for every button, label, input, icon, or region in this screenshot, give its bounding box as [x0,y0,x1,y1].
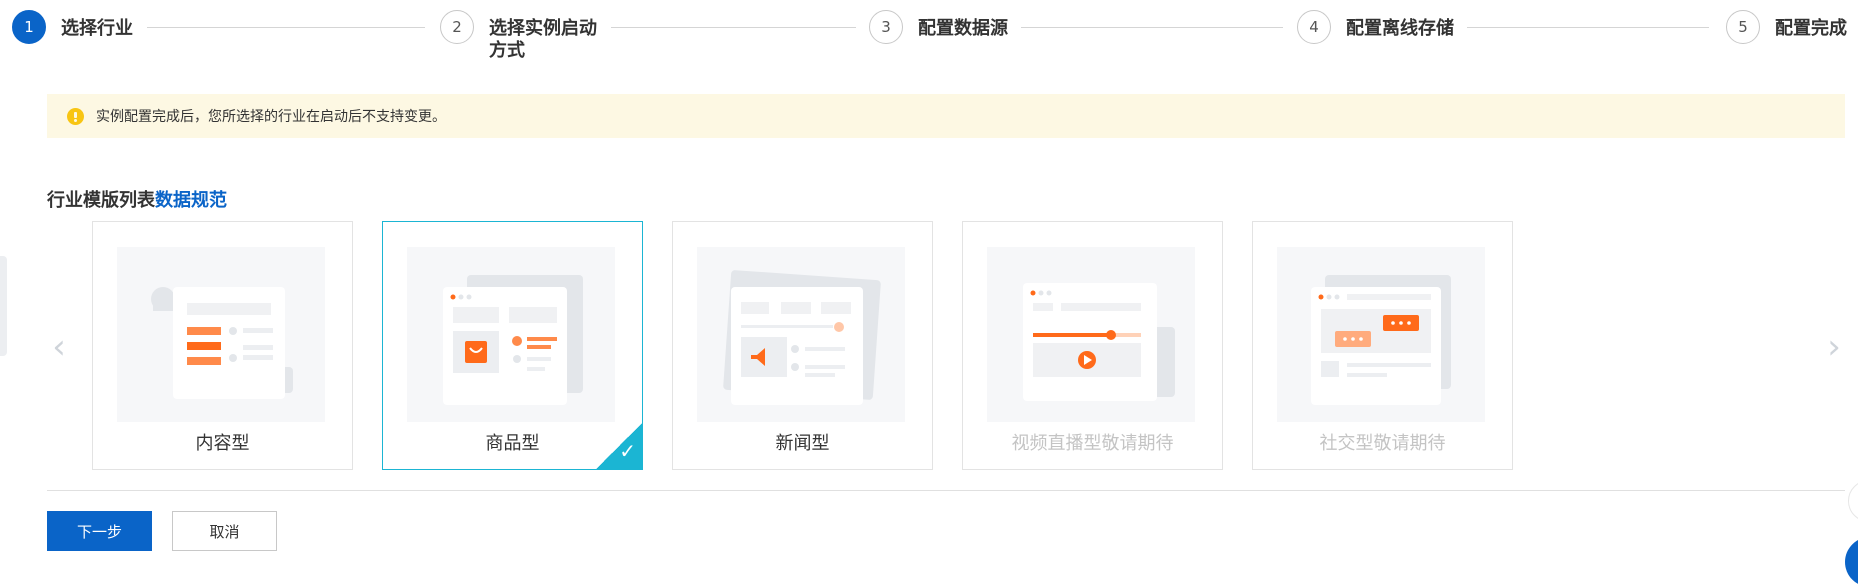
stepper: 1 选择行业 2 选择实例启动方式 3 配置数据源 4 配置离线存储 5 配置完… [0,0,1858,70]
industry-card-social: 社交型敬请期待 [1252,221,1513,470]
check-icon: ✓ [596,423,642,469]
step-label: 选择实例启动方式 [489,18,597,61]
warning-icon [67,107,84,125]
notice-text: 实例配置完成后，您所选择的行业在启动后不支持变更。 [96,109,446,125]
step-number: 2 [440,10,474,44]
step-connector [1021,27,1283,28]
news-type-illustration [697,247,905,422]
data-spec-link[interactable]: 数据规范 [155,190,227,211]
floating-help-button[interactable] [1845,537,1858,587]
card-label: 社交型敬请期待 [1319,433,1446,454]
floating-tool-button[interactable] [1848,480,1858,522]
step-label: 配置离线存储 [1346,18,1454,39]
step-number: 5 [1726,10,1760,44]
chevron-right-icon[interactable]: › [1822,330,1846,364]
step-connector [147,27,425,28]
step-5: 5 配置完成 [1726,10,1847,44]
industry-card-video-live: 视频直播型敬请期待 [962,221,1223,470]
section-title: 行业模版列表数据规范 [47,186,227,212]
step-number: 1 [12,10,46,44]
side-drawer-tab[interactable] [0,256,7,356]
section-title-text: 行业模版列表 [47,190,155,211]
product-type-illustration [407,247,615,422]
content-type-illustration [117,247,325,422]
video-type-illustration [987,247,1195,422]
card-label: 新闻型 [775,433,830,454]
step-2: 2 选择实例启动方式 [440,10,601,62]
divider [47,490,1845,491]
notice-banner: 实例配置完成后，您所选择的行业在启动后不支持变更。 [47,94,1845,138]
step-connector [611,27,856,28]
step-label: 配置完成 [1775,18,1847,39]
step-label: 选择行业 [61,18,133,39]
step-4: 4 配置离线存储 [1297,10,1454,44]
step-1: 1 选择行业 [12,10,133,44]
chevron-left-icon[interactable]: ‹ [47,330,71,364]
card-label: 内容型 [195,433,250,454]
industry-card-content[interactable]: 内容型 [92,221,353,470]
step-connector [1467,27,1709,28]
step-number: 3 [869,10,903,44]
card-label: 视频直播型敬请期待 [1011,433,1174,454]
next-step-button[interactable]: 下一步 [47,511,152,551]
social-type-illustration [1277,247,1485,422]
step-number: 4 [1297,10,1331,44]
cancel-button[interactable]: 取消 [172,511,277,551]
industry-card-news[interactable]: 新闻型 [672,221,933,470]
industry-card-product[interactable]: 商品型 ✓ [382,221,643,470]
step-label: 配置数据源 [918,18,1008,39]
step-3: 3 配置数据源 [869,10,1008,44]
